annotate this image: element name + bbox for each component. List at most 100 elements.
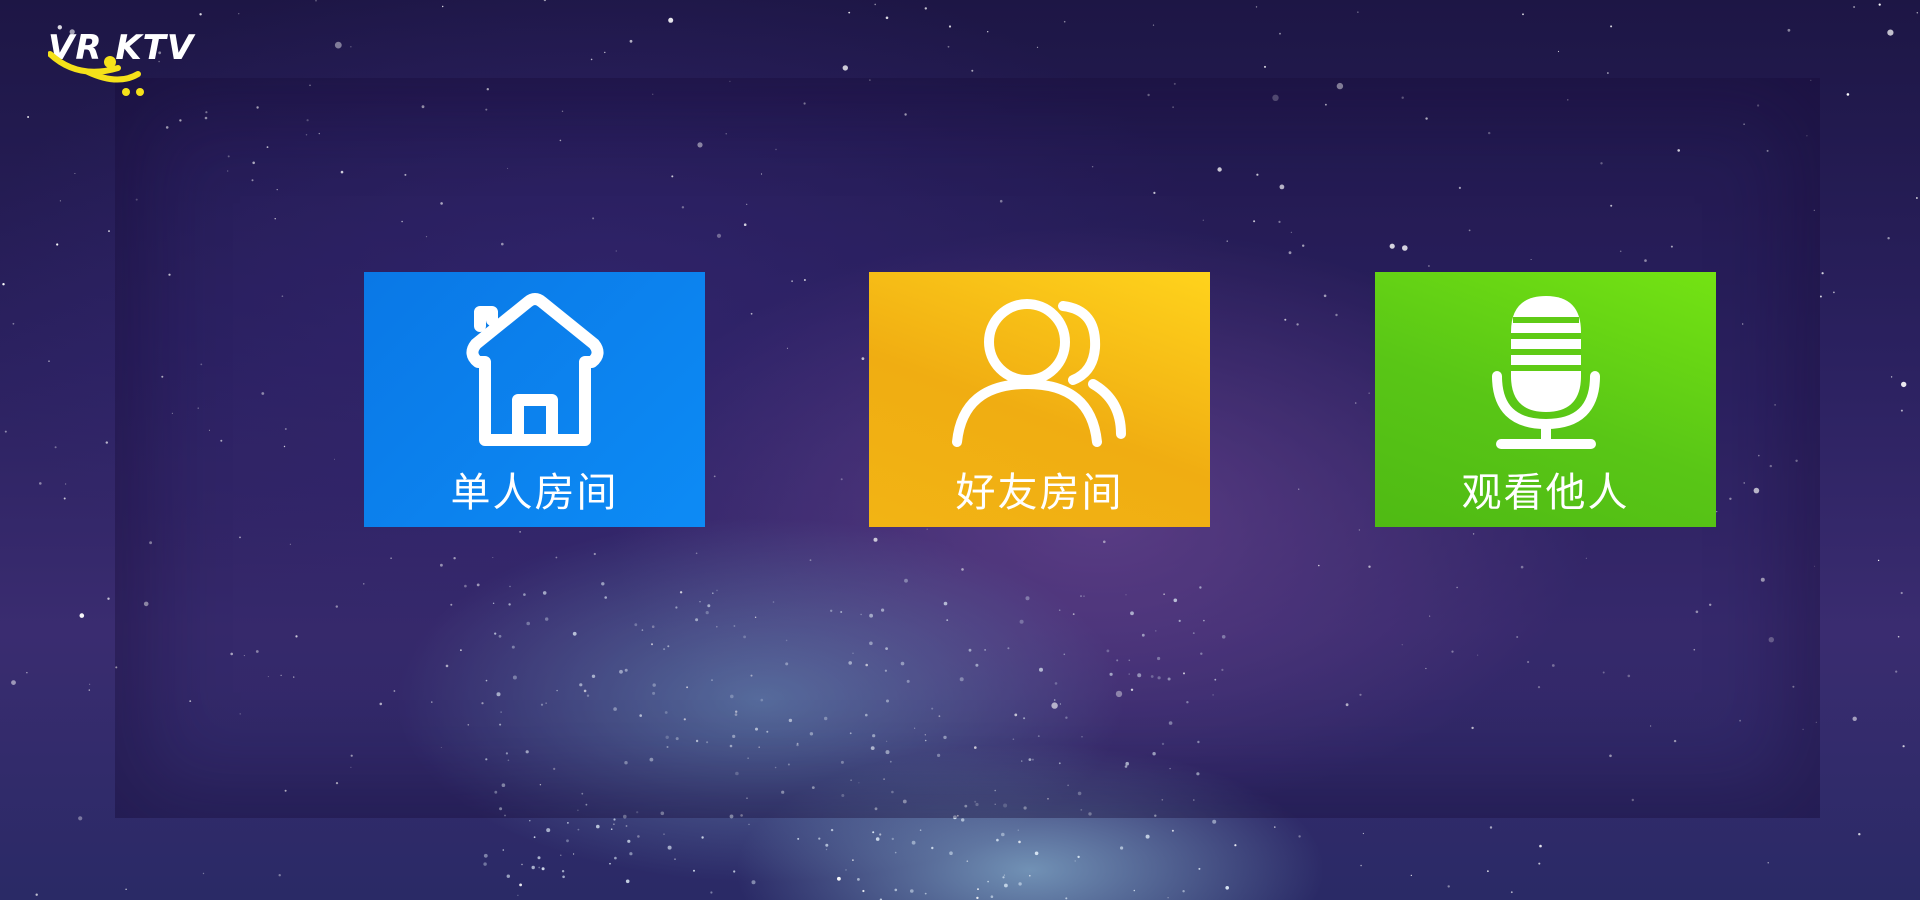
star: [1157, 656, 1161, 661]
star: [848, 661, 852, 665]
star: [1067, 784, 1069, 787]
star: [1695, 610, 1699, 614]
star: [1670, 245, 1673, 248]
star: [830, 828, 834, 832]
star: [791, 280, 793, 283]
star: [1039, 667, 1043, 672]
star: [725, 133, 727, 135]
star: [485, 108, 488, 111]
star: [1272, 94, 1279, 102]
star: [12, 322, 15, 325]
star: [1019, 619, 1024, 624]
star: [1487, 870, 1489, 873]
star: [1169, 767, 1171, 770]
star: [1768, 637, 1775, 643]
star: [959, 677, 964, 682]
star: [1522, 13, 1524, 16]
star: [613, 823, 615, 825]
star: [581, 792, 584, 795]
star: [1167, 897, 1169, 899]
star: [1161, 799, 1164, 801]
star: [494, 632, 497, 635]
star: [660, 811, 665, 816]
star: [1335, 313, 1338, 317]
star: [135, 198, 138, 201]
star: [577, 809, 579, 812]
star: [243, 655, 245, 657]
star: [1401, 644, 1403, 646]
star: [496, 692, 501, 697]
star: [697, 142, 703, 148]
star: [1401, 96, 1404, 99]
star: [305, 134, 308, 136]
star: [785, 662, 789, 666]
star: [613, 818, 616, 821]
star: [593, 552, 596, 556]
star: [572, 631, 577, 636]
star: [460, 649, 462, 652]
star: [1766, 149, 1769, 152]
star: [542, 591, 547, 595]
star: [1716, 511, 1718, 513]
star: [699, 601, 701, 603]
star: [199, 13, 202, 16]
star: [1145, 834, 1150, 839]
star: [537, 856, 541, 860]
star: [716, 233, 722, 238]
star: [48, 360, 50, 362]
star: [766, 730, 769, 733]
star: [924, 7, 927, 10]
star: [533, 836, 536, 839]
star: [852, 859, 854, 861]
star: [743, 223, 747, 226]
star: [79, 613, 85, 618]
star: [904, 578, 908, 583]
star: [1058, 609, 1061, 611]
star: [1288, 251, 1292, 255]
star: [885, 16, 889, 20]
star: [651, 643, 653, 646]
star: [663, 648, 666, 651]
star: [976, 896, 979, 900]
star: [809, 559, 812, 562]
star: [1567, 99, 1569, 101]
star: [885, 750, 890, 755]
star: [1059, 703, 1061, 705]
star: [506, 874, 510, 878]
star: [507, 167, 509, 169]
star: [1186, 701, 1189, 704]
star: [840, 760, 844, 764]
star: [27, 116, 30, 118]
star: [315, 0, 317, 2]
star: [996, 838, 999, 842]
star: [1318, 564, 1320, 567]
star: [1120, 846, 1124, 850]
star: [1890, 376, 1893, 378]
star: [938, 715, 941, 718]
star: [1029, 874, 1031, 877]
star: [450, 603, 453, 606]
star: [404, 173, 407, 176]
single-room-tile[interactable]: 单人房间: [364, 272, 705, 527]
star: [1018, 840, 1021, 844]
friends-room-tile[interactable]: 好友房间: [869, 272, 1210, 527]
watch-others-tile[interactable]: 观看他人: [1375, 272, 1716, 527]
star: [171, 412, 173, 414]
star: [1815, 721, 1817, 724]
star: [1023, 717, 1026, 720]
star: [1673, 739, 1677, 743]
star: [949, 851, 953, 855]
star: [1729, 497, 1732, 500]
star: [1472, 533, 1475, 535]
star: [531, 865, 535, 870]
star: [1047, 797, 1049, 800]
star: [758, 746, 760, 748]
star: [1607, 72, 1609, 74]
star: [486, 88, 489, 91]
star: [596, 824, 600, 829]
users-icon: [951, 299, 1126, 447]
star: [904, 113, 907, 116]
star: [526, 621, 530, 626]
star: [1539, 844, 1542, 848]
star: [1031, 758, 1034, 761]
